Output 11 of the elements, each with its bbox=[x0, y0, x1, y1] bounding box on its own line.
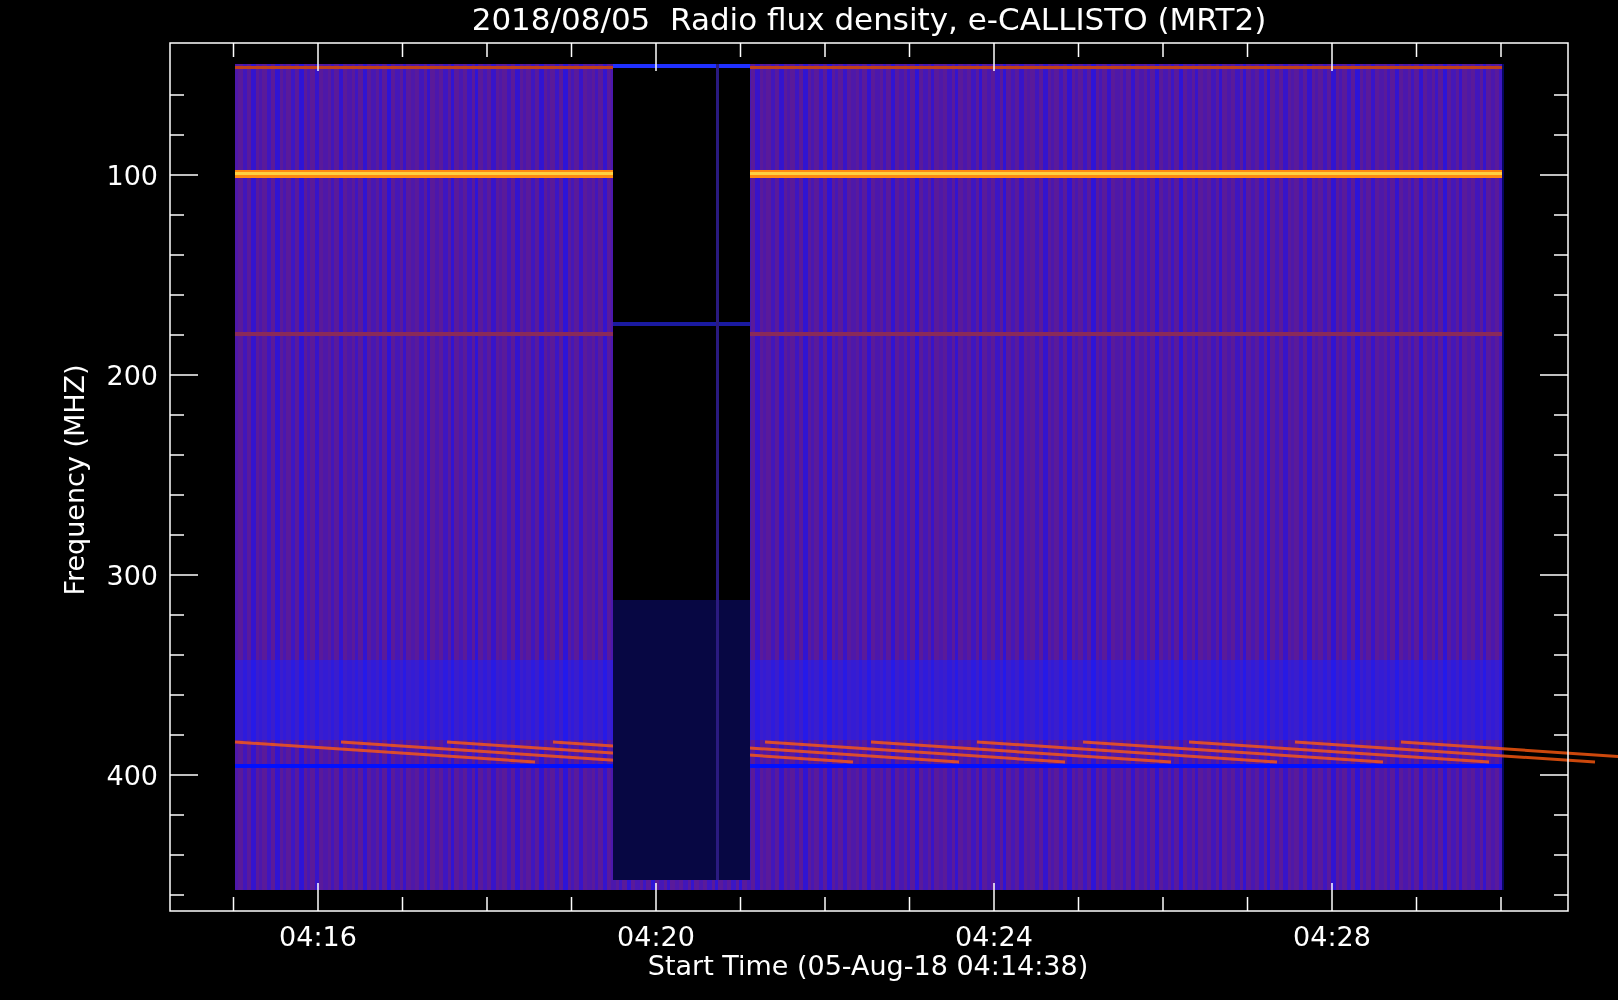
x-tick-label: 04:16 bbox=[279, 921, 357, 952]
chart-title: 2018/08/05 Radio flux density, e-CALLISTO (MRT2) bbox=[471, 1, 1267, 37]
y-tick-label: 400 bbox=[106, 760, 158, 791]
x-axis-label: Start Time (05-Aug-18 04:14:38) bbox=[647, 950, 1089, 981]
x-tick-label: 04:24 bbox=[955, 921, 1033, 952]
y-tick-label: 200 bbox=[106, 360, 158, 391]
y-tick-label: 100 bbox=[106, 160, 158, 191]
y-axis-label: Frequency (MHZ) bbox=[59, 364, 90, 596]
x-tick-label: 04:28 bbox=[1293, 921, 1371, 952]
x-tick-label: 04:20 bbox=[617, 921, 695, 952]
y-tick-label: 300 bbox=[106, 560, 158, 591]
